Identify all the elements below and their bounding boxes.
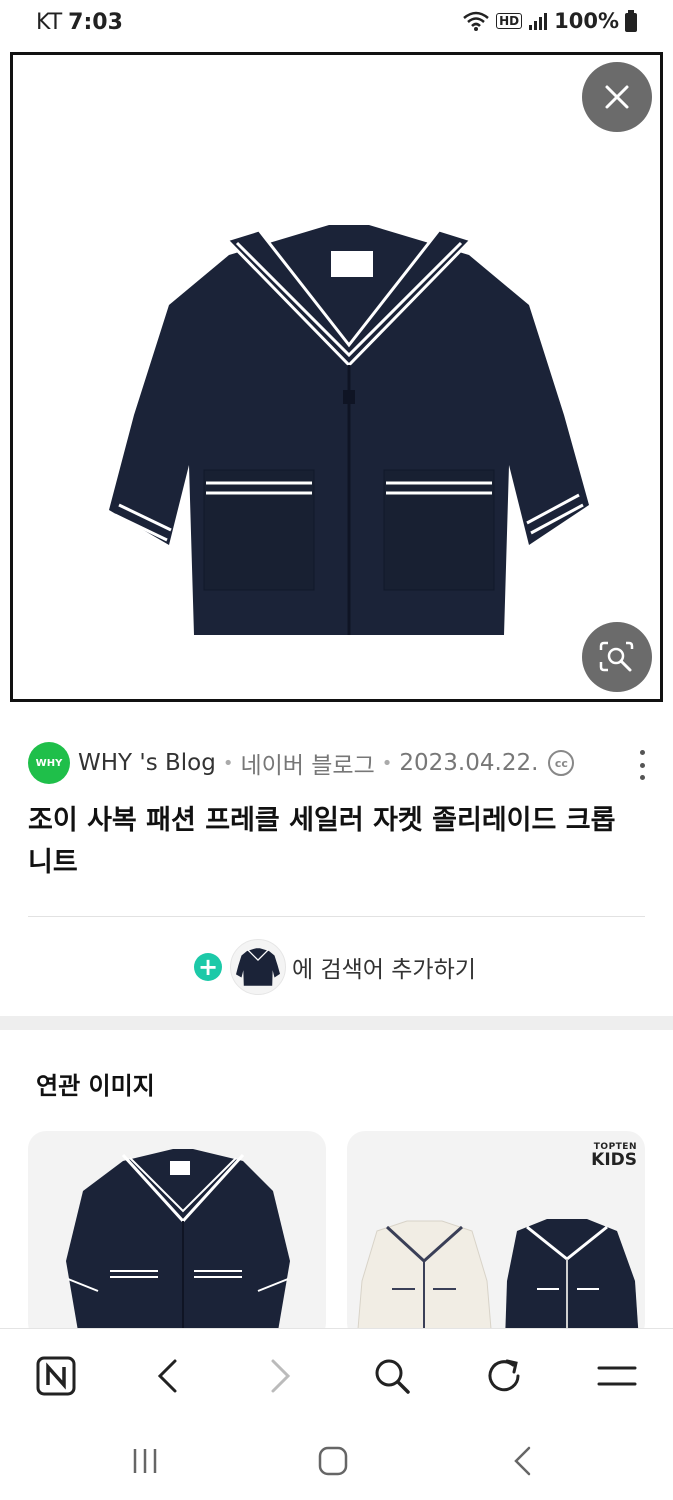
related-images-heading: 연관 이미지 — [36, 1072, 155, 1100]
add-to-search-button[interactable]: + 에 검색어 추가하기 — [194, 938, 476, 996]
related-image-card[interactable] — [28, 1131, 326, 1341]
back-button[interactable] — [142, 1351, 192, 1401]
image-viewer[interactable] — [10, 52, 663, 702]
cc-icon[interactable]: cc — [548, 750, 575, 776]
naver-home-button[interactable] — [31, 1351, 81, 1401]
hd-voice-icon: HD — [496, 13, 523, 29]
section-separator — [0, 1016, 673, 1030]
signal-icon — [529, 13, 548, 30]
jacket-main-image — [109, 225, 589, 635]
image-search-icon — [599, 641, 634, 672]
more-options-button[interactable] — [634, 750, 650, 780]
image-search-button[interactable] — [582, 622, 652, 692]
browser-bottom-nav — [0, 1328, 673, 1422]
menu-button[interactable] — [592, 1351, 642, 1401]
forward-icon — [271, 1359, 291, 1393]
separator-dot: • — [222, 752, 234, 774]
plus-icon: + — [194, 953, 222, 981]
carrier-label: KT — [36, 10, 63, 35]
platform-label: 네이버 블로그 — [240, 753, 375, 779]
system-back-icon — [514, 1446, 531, 1476]
status-bar: KT 7:03 HD 100% — [0, 0, 673, 48]
add-search-label: 에 검색어 추가하기 — [292, 957, 476, 983]
home-icon — [318, 1446, 348, 1476]
clock: 7:03 — [68, 10, 123, 35]
search-button[interactable] — [367, 1351, 417, 1401]
status-left: KT 7:03 — [36, 10, 123, 35]
system-nav-bar — [0, 1422, 673, 1500]
close-icon — [605, 85, 629, 109]
forward-button[interactable] — [256, 1351, 306, 1401]
search-icon — [375, 1359, 410, 1394]
refresh-button[interactable] — [479, 1351, 529, 1401]
divider — [28, 916, 645, 917]
wifi-6-icon — [463, 11, 489, 31]
system-back-button[interactable] — [497, 1438, 547, 1484]
refresh-icon — [488, 1359, 520, 1392]
recent-apps-button[interactable] — [120, 1438, 170, 1484]
more-dot — [639, 775, 645, 780]
more-dot — [639, 750, 645, 755]
recent-apps-icon — [133, 1449, 157, 1473]
home-button[interactable] — [308, 1438, 358, 1484]
menu-icon — [597, 1366, 637, 1386]
related-jacket-image — [66, 1149, 290, 1341]
separator-dot: • — [381, 752, 393, 774]
related-image-card[interactable]: TOPTEN KIDS — [347, 1131, 645, 1341]
image-title[interactable]: 조이 사복 패션 프레클 세일러 자켓 졸리레이드 크롭 니트 — [28, 800, 648, 884]
status-right: HD 100% — [462, 9, 637, 33]
source-row[interactable]: WHY WHY 's Blog • 네이버 블로그 • 2023.04.22. … — [28, 740, 648, 786]
jacket-thumbnail — [230, 939, 286, 995]
blog-name[interactable]: WHY 's Blog — [78, 750, 216, 776]
battery-icon — [625, 10, 637, 32]
related-cardigans-image — [356, 1219, 639, 1341]
battery-percent: 100% — [554, 9, 619, 33]
close-button[interactable] — [582, 62, 652, 132]
more-dot — [639, 762, 645, 768]
post-date: 2023.04.22. — [399, 750, 539, 776]
naver-home-icon — [36, 1356, 76, 1396]
back-icon — [157, 1359, 177, 1393]
blog-logo[interactable]: WHY — [28, 742, 70, 784]
